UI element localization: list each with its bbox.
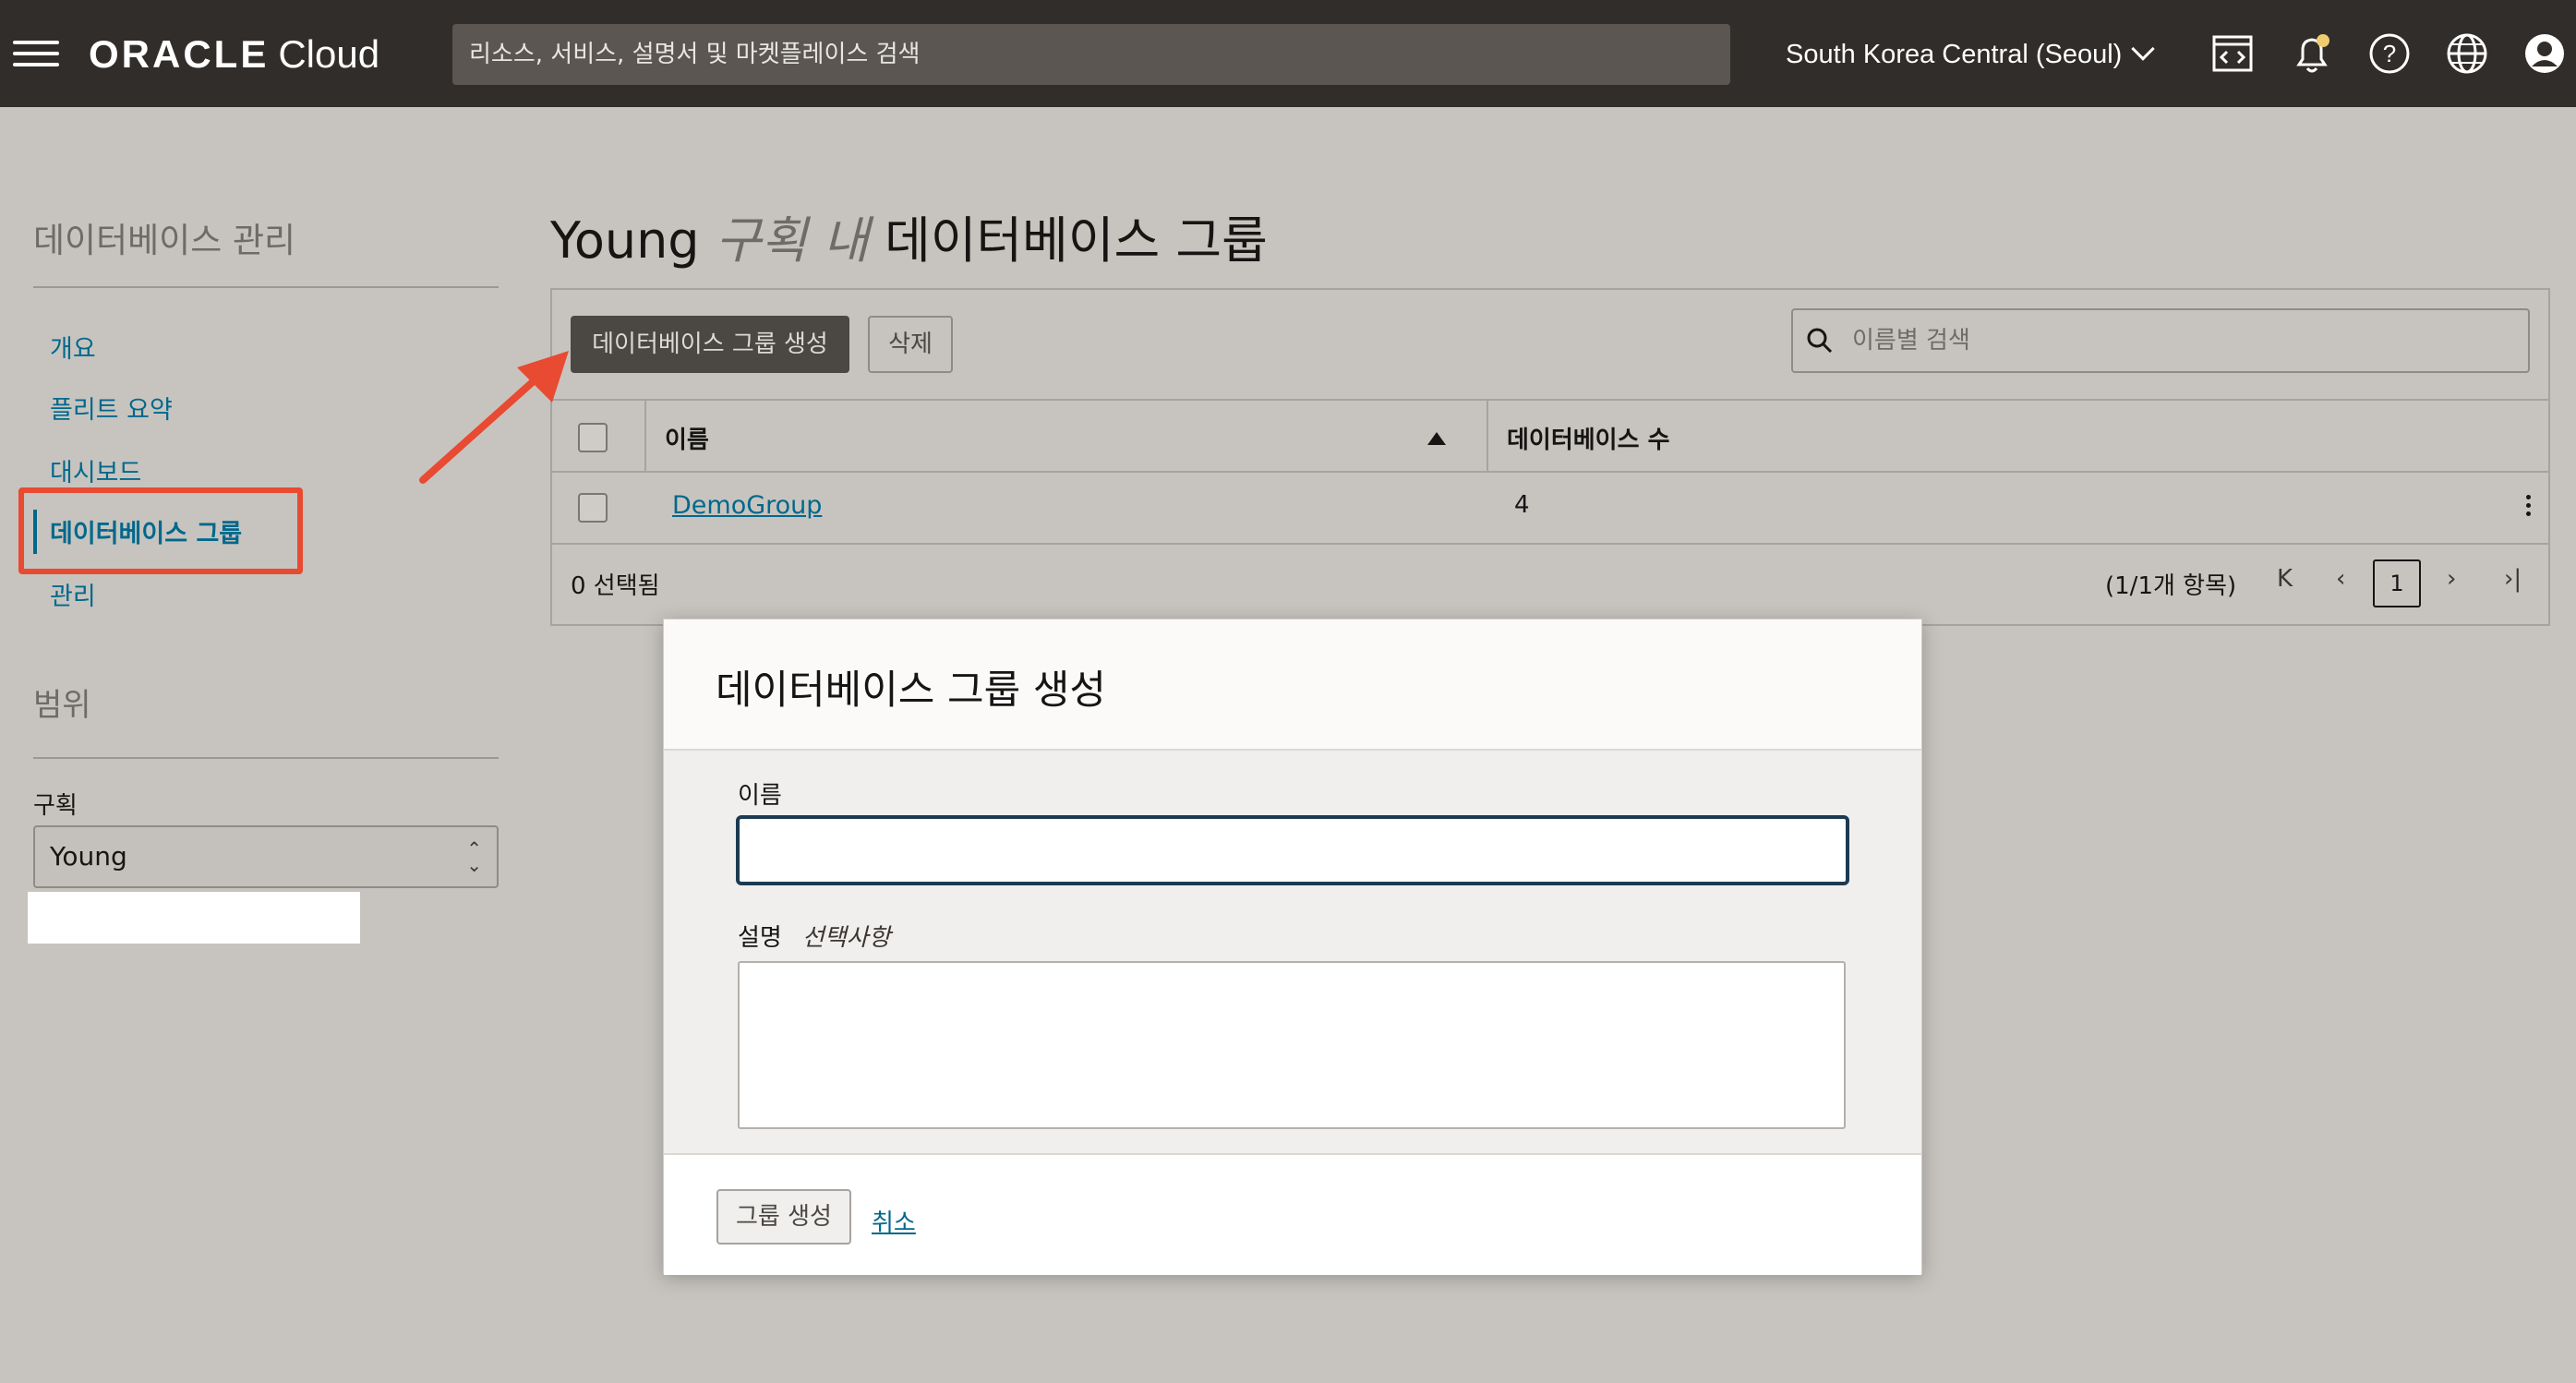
oracle-cloud-logo[interactable]: ORACLE Cloud xyxy=(89,31,379,78)
help-icon[interactable]: ? xyxy=(2367,31,2412,76)
menu-icon[interactable] xyxy=(13,41,59,68)
row-name-link[interactable]: DemoGroup xyxy=(672,491,822,520)
compartment-value: Young xyxy=(50,841,127,872)
highlight-box xyxy=(18,487,303,574)
delete-button[interactable]: 삭제 xyxy=(868,316,953,373)
compartment-select[interactable]: Young ⌃ ⌄ xyxy=(33,825,499,888)
title-resource: 데이터베이스 그룹 xyxy=(885,211,1268,270)
sidebar-item-dashboard[interactable]: 대시보드 xyxy=(50,452,141,488)
description-label-text: 설명 xyxy=(738,924,782,952)
cancel-link[interactable]: 취소 xyxy=(872,1204,916,1238)
table-row: DemoGroup 4 xyxy=(550,473,2550,545)
last-page-icon[interactable]: ›| xyxy=(2504,565,2522,593)
next-page-icon[interactable]: › xyxy=(2447,565,2456,593)
pointer-arrow-icon xyxy=(419,351,569,484)
column-separator xyxy=(1487,401,1488,471)
page-title: Young 구획 내 데이터베이스 그룹 xyxy=(550,199,1268,272)
chevron-down-icon xyxy=(2131,37,2156,61)
global-search-input[interactable]: 리소스, 서비스, 설명서 및 마켓플레이스 검색 xyxy=(452,24,1730,85)
logo-product: Cloud xyxy=(278,32,380,76)
description-textarea[interactable] xyxy=(738,961,1846,1129)
scope-divider xyxy=(33,757,499,759)
sidebar-item-overview[interactable]: 개요 xyxy=(50,329,96,365)
row-db-count: 4 xyxy=(1514,491,1530,519)
scope-title: 범위 xyxy=(33,687,91,724)
dialog-footer xyxy=(664,1153,1921,1275)
name-search-input[interactable]: 이름별 검색 xyxy=(1791,308,2530,373)
select-all-checkbox[interactable] xyxy=(578,423,608,452)
name-label: 이름 xyxy=(738,782,782,810)
first-page-icon[interactable]: K xyxy=(2277,565,2293,593)
search-placeholder: 이름별 검색 xyxy=(1852,327,1970,355)
dialog-title: 데이터베이스 그룹 생성 xyxy=(716,667,1106,714)
title-italic: 구획 내 xyxy=(715,211,869,270)
svg-text:?: ? xyxy=(2383,40,2396,67)
table-header-row: 이름 데이터베이스 수 xyxy=(550,399,2550,473)
region-label: South Korea Central (Seoul) xyxy=(1786,40,2123,69)
bell-icon[interactable] xyxy=(2290,31,2334,76)
column-header-name[interactable]: 이름 xyxy=(665,421,709,455)
search-icon xyxy=(1807,328,1833,354)
current-page[interactable]: 1 xyxy=(2373,559,2421,607)
compartment-label: 구획 xyxy=(33,792,78,820)
user-icon[interactable] xyxy=(2522,31,2567,76)
prev-page-icon[interactable]: ‹ xyxy=(2336,565,2345,593)
top-bar: ORACLE Cloud 리소스, 서비스, 설명서 및 마켓플레이스 검색 So… xyxy=(0,0,2576,107)
create-group-dialog: 데이터베이스 그룹 생성 이름 설명 선택사항 xyxy=(663,619,1922,1275)
globe-icon[interactable] xyxy=(2445,31,2489,76)
sidebar-item-administration[interactable]: 관리 xyxy=(50,576,96,612)
sidebar-divider xyxy=(33,286,499,288)
dialog-header: 데이터베이스 그룹 생성 xyxy=(664,619,1921,751)
select-arrows-icon: ⌃ ⌄ xyxy=(466,837,482,876)
name-input[interactable] xyxy=(736,815,1849,885)
selected-count: 0 선택됨 xyxy=(571,572,660,600)
optional-hint: 선택사항 xyxy=(801,924,891,952)
create-group-button[interactable]: 그룹 생성 xyxy=(716,1189,851,1245)
sidebar-title: 데이터베이스 관리 xyxy=(33,221,296,260)
description-label: 설명 선택사항 xyxy=(738,919,891,953)
row-checkbox[interactable] xyxy=(578,493,608,523)
region-selector[interactable]: South Korea Central (Seoul) xyxy=(1786,33,2156,76)
row-actions-icon[interactable] xyxy=(2526,495,2532,520)
redacted-block xyxy=(28,892,360,944)
sidebar-item-fleet-summary[interactable]: 플리트 요약 xyxy=(50,390,173,426)
sort-ascending-icon[interactable] xyxy=(1427,432,1446,445)
create-database-group-button[interactable]: 데이터베이스 그룹 생성 xyxy=(571,316,849,373)
logo-brand: ORACLE xyxy=(89,32,270,76)
item-count: (1/1개 항목) xyxy=(2105,572,2237,600)
column-header-db-count[interactable]: 데이터베이스 수 xyxy=(1507,421,1670,455)
cloud-shell-icon[interactable] xyxy=(2210,31,2255,76)
column-separator xyxy=(644,401,646,471)
title-compartment: Young xyxy=(550,211,700,270)
